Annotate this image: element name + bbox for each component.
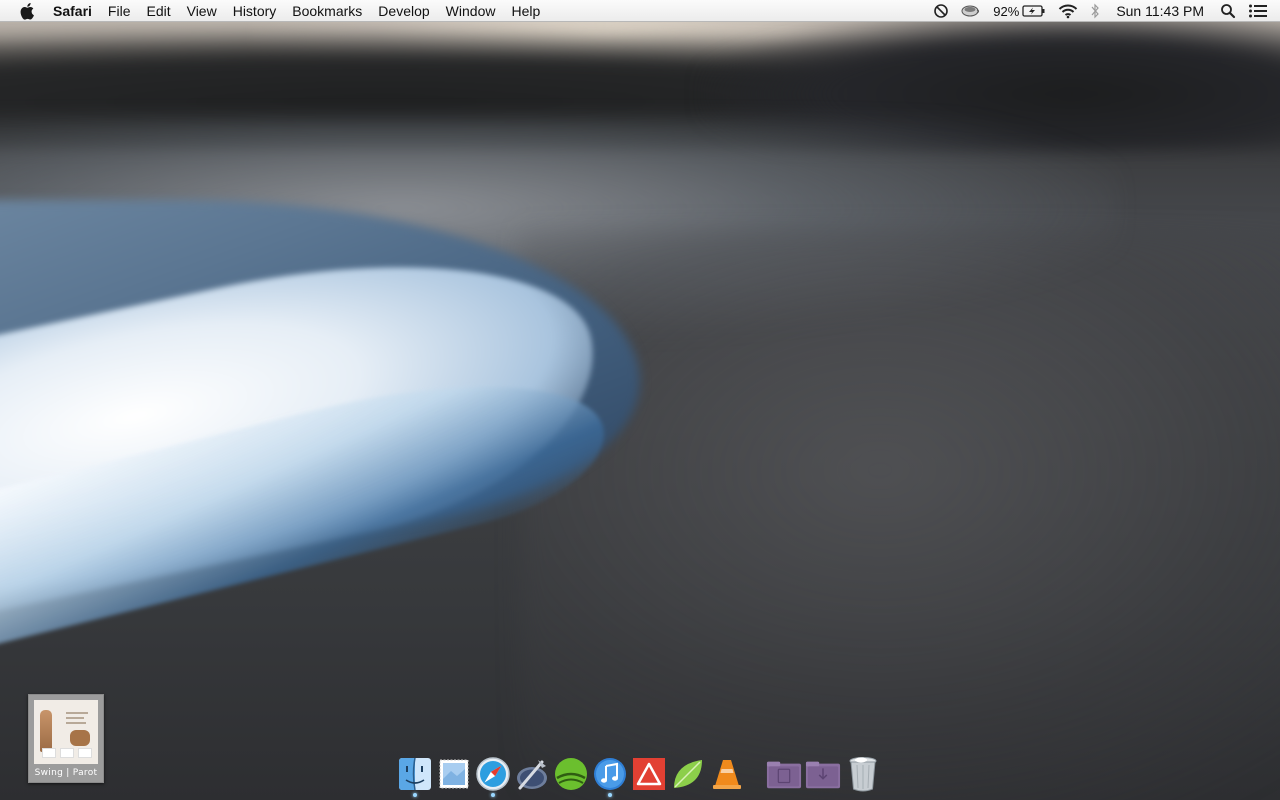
- document-thumbnail: [34, 700, 98, 764]
- menu-history[interactable]: History: [225, 0, 285, 22]
- desktop-wallpaper: [0, 0, 1280, 800]
- notification-center-status[interactable]: [1242, 0, 1280, 22]
- xcode-icon: [517, 760, 547, 790]
- desktop-file-swing-parot[interactable]: Swing | Parot: [28, 694, 104, 783]
- menu-app-safari[interactable]: Safari: [47, 0, 100, 22]
- caffeine-cup-icon: [961, 5, 980, 17]
- menu-bar: Safari File Edit View History Bookmarks …: [0, 0, 1280, 22]
- notification-center-icon: [1249, 4, 1267, 18]
- wifi-status[interactable]: [1052, 0, 1084, 22]
- vlc-cone-icon: [713, 760, 741, 789]
- itunes-running-indicator: [608, 793, 612, 797]
- safari-running-indicator: [491, 793, 495, 797]
- dock-leaf[interactable]: [670, 754, 706, 794]
- spotlight-status[interactable]: [1214, 0, 1242, 22]
- spotlight-search-icon: [1221, 4, 1236, 19]
- safari-compass-icon: [476, 757, 510, 791]
- menu-bar-clock[interactable]: Sun 11:43 PM: [1106, 0, 1214, 22]
- wifi-icon: [1059, 4, 1078, 19]
- trash-icon: [849, 757, 877, 792]
- menu-develop[interactable]: Develop: [370, 0, 437, 22]
- green-leaf-icon: [674, 760, 702, 788]
- dock-itunes[interactable]: [592, 754, 628, 794]
- menu-bar-left: Safari File Edit View History Bookmarks …: [0, 0, 548, 22]
- battery-charging-icon: [1022, 5, 1045, 17]
- thumbnail-text-line: [66, 712, 88, 714]
- do-not-disturb-icon: [934, 4, 949, 18]
- spotify-icon: [555, 758, 587, 790]
- dock-xcode[interactable]: [514, 754, 550, 794]
- purple-downloads-folder-icon: [805, 761, 841, 789]
- dock-safari[interactable]: [475, 754, 511, 794]
- itunes-note-icon: [594, 758, 626, 790]
- mail-stamp-icon: [439, 759, 469, 789]
- desktop-file-label: Swing | Parot: [34, 768, 98, 778]
- menu-edit[interactable]: Edit: [138, 0, 178, 22]
- thumbnail-text-line: [66, 717, 84, 719]
- menu-bookmarks[interactable]: Bookmarks: [284, 0, 370, 22]
- dock-trash[interactable]: [845, 754, 881, 794]
- wallpaper-sand: [520, 230, 1280, 800]
- battery-percent: 92%: [993, 3, 1020, 19]
- menu-window[interactable]: Window: [438, 0, 504, 22]
- bluetooth-status[interactable]: [1084, 0, 1106, 22]
- apple-menu[interactable]: [17, 0, 39, 22]
- bluetooth-icon: [1091, 3, 1100, 19]
- menu-help[interactable]: Help: [503, 0, 548, 22]
- thumbnail-text-line: [66, 722, 86, 724]
- dock-vlc[interactable]: [709, 754, 745, 794]
- thumbnail-figure: [40, 710, 52, 752]
- dock-stack-downloads[interactable]: [805, 754, 841, 794]
- thumbnail-dog: [70, 730, 90, 746]
- finder-running-indicator: [413, 793, 417, 797]
- finder-icon: [399, 757, 431, 791]
- dock: [395, 750, 885, 800]
- menu-bar-status-area: 92% Sun 11:43 PM: [927, 0, 1280, 22]
- dock-mail[interactable]: [436, 754, 472, 794]
- dock-spotify[interactable]: [553, 754, 589, 794]
- do-not-disturb-status[interactable]: [927, 0, 955, 22]
- menu-file[interactable]: File: [100, 0, 139, 22]
- menu-view[interactable]: View: [179, 0, 225, 22]
- battery-status[interactable]: 92%: [987, 0, 1052, 22]
- dock-stack-documents[interactable]: [766, 754, 802, 794]
- purple-folder-icon: [766, 761, 802, 789]
- apple-icon: [20, 2, 34, 20]
- dock-finder[interactable]: [397, 754, 433, 794]
- thumbnail-box-row: [42, 748, 92, 758]
- caffeine-status[interactable]: [955, 0, 987, 22]
- red-triangle-app-icon: [633, 758, 665, 790]
- dock-delta[interactable]: [631, 754, 667, 794]
